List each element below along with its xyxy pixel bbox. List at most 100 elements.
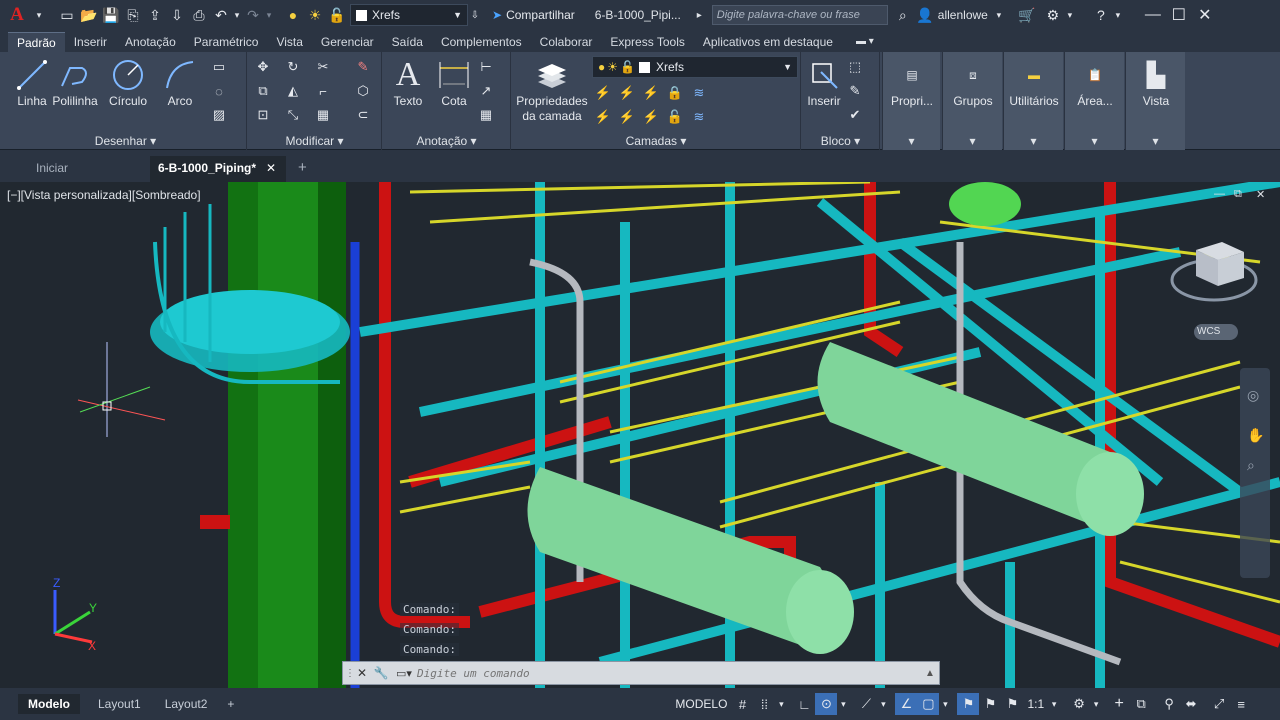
wcs-label[interactable]: WCS	[1197, 326, 1220, 337]
steering-wheel-icon[interactable]: ◎	[1247, 387, 1259, 404]
layer-tool-icon[interactable]: ⚡	[642, 108, 660, 126]
linear-dim-icon[interactable]: ⊢	[477, 58, 495, 76]
sun-icon[interactable]: ☀	[304, 4, 326, 26]
move-icon[interactable]: ✥	[254, 58, 272, 76]
clipboard-panel[interactable]: 📋 Área... ▾	[1064, 52, 1124, 150]
utilities-button[interactable]: ▬ Utilitários	[1004, 56, 1064, 108]
customization-icon[interactable]: ≡	[1230, 693, 1252, 715]
polyline-button[interactable]: Polilinha	[47, 56, 103, 108]
layer-dropdown[interactable]: Xrefs ▼	[350, 4, 468, 26]
hatch-icon[interactable]: ◌	[210, 82, 228, 100]
chevron-down-icon[interactable]: ▾	[1126, 132, 1185, 150]
text-button[interactable]: A Texto	[383, 56, 433, 108]
layer-tool-icon[interactable]: ⚡	[618, 84, 636, 102]
annotation-scale[interactable]: 1:1	[1023, 697, 1048, 711]
fullscreen-icon[interactable]: ⤢	[1208, 693, 1230, 715]
search-input[interactable]: Digite palavra-chave ou frase	[711, 5, 888, 25]
command-input[interactable]	[417, 666, 925, 680]
tab-colaborar[interactable]: Colaborar	[531, 32, 602, 52]
tab-anotacao[interactable]: Anotação	[116, 32, 185, 52]
rectangle-icon[interactable]: ▭	[210, 58, 228, 76]
groups-button[interactable]: ⧈ Grupos	[948, 56, 998, 109]
fillet-icon[interactable]: ⌐	[314, 82, 332, 100]
create-block-icon[interactable]: ⬚	[846, 58, 864, 76]
open-icon[interactable]: 📂	[78, 4, 100, 26]
help-icon[interactable]: ?	[1090, 4, 1112, 26]
layer-tool-icon[interactable]: ⚡	[594, 84, 612, 102]
layer-tool-icon[interactable]: ⚡	[594, 108, 612, 126]
layer-properties-button[interactable]: Propriedades da camada	[514, 56, 590, 124]
layer-tool-icon[interactable]: ⚡	[618, 108, 636, 126]
tab-layout1[interactable]: Layout1	[88, 694, 151, 714]
pan-icon[interactable]: ✋	[1247, 427, 1264, 444]
stretch-icon[interactable]: ⊡	[254, 106, 272, 124]
osnap-dropdown-icon[interactable]: ▾	[939, 693, 951, 715]
redo-icon[interactable]: ↷	[242, 4, 264, 26]
minimize-icon[interactable]: —	[1140, 6, 1166, 24]
scale-icon[interactable]: ⤡	[284, 106, 302, 124]
chevron-down-icon[interactable]: ▾	[1065, 132, 1124, 150]
gradient-icon[interactable]: ▨	[210, 106, 228, 124]
properties-button[interactable]: ▤ Propri...	[887, 56, 937, 108]
exchange-icon[interactable]: ⚙	[1042, 4, 1064, 26]
tab-inserir[interactable]: Inserir	[65, 32, 116, 52]
layer-tool-icon[interactable]: 🔓	[666, 108, 684, 126]
mirror-icon[interactable]: ◭	[284, 82, 302, 100]
search-icon[interactable]: ⌕	[892, 4, 914, 26]
workspace-icon[interactable]: ⚙	[1068, 693, 1090, 715]
clipboard-button[interactable]: 📋 Área...	[1070, 56, 1120, 108]
undo-icon[interactable]: ↶	[210, 4, 232, 26]
command-scroll-icon[interactable]: ▲	[925, 668, 939, 679]
dropdown-icon[interactable]: ▾	[34, 4, 44, 26]
modify-panel-title[interactable]: Modificar ▾	[248, 132, 381, 150]
circle-button[interactable]: Círculo	[103, 56, 153, 108]
print-icon[interactable]: ⎙	[188, 4, 210, 26]
customize-icon[interactable]: ⇩	[468, 4, 482, 26]
save-as-icon[interactable]: ⎘	[122, 4, 144, 26]
annotation-visibility-icon[interactable]: ⚑	[957, 693, 980, 715]
user-icon[interactable]: 👤	[914, 4, 936, 26]
copy-icon[interactable]: ⧉	[254, 82, 272, 100]
array-icon[interactable]: ▦	[314, 106, 332, 124]
layer-tool-icon[interactable]: ⚡	[642, 84, 660, 102]
close-icon[interactable]: ✕	[1192, 5, 1218, 25]
lock-icon[interactable]: 🔓	[326, 4, 348, 26]
viewport-controls-label[interactable]: [−][Vista personalizada][Sombreado]	[7, 188, 201, 202]
isolate-icon[interactable]: ⧉	[1130, 693, 1152, 715]
layers-panel-title[interactable]: Camadas ▾	[512, 132, 800, 150]
auto-scale-icon[interactable]: ⚑	[1001, 693, 1023, 715]
drawing-viewport[interactable]: Z Y X [−][Vista personalizada][Sombreado…	[0, 182, 1280, 688]
isodraft-icon[interactable]: ⟋	[855, 693, 877, 715]
tab-model[interactable]: Modelo	[18, 694, 80, 714]
user-name[interactable]: allenlowe	[938, 8, 988, 22]
snap-dropdown-icon[interactable]: ▾	[775, 693, 787, 715]
polar-icon[interactable]: ⊙	[815, 693, 838, 715]
model-scene[interactable]: Z Y X	[0, 182, 1280, 688]
tab-start[interactable]: Iniciar	[36, 156, 68, 182]
close-icon[interactable]: ✕	[266, 156, 276, 180]
workspace-dropdown-icon[interactable]: ▾	[1090, 693, 1102, 715]
tab-aplicativos[interactable]: Aplicativos em destaque	[694, 32, 842, 52]
insert-button[interactable]: Inserir	[802, 56, 846, 108]
add-icon[interactable]: +	[1108, 693, 1130, 715]
scale-dropdown-icon[interactable]: ▾	[1048, 693, 1060, 715]
close-icon[interactable]: ✕	[353, 666, 371, 680]
chevron-down-icon[interactable]: ▾	[1004, 132, 1063, 150]
clean-screen-icon[interactable]: ⬌	[1180, 693, 1202, 715]
grip-icon[interactable]: ⋮	[345, 668, 355, 679]
object-track-icon[interactable]: ∠	[895, 693, 918, 715]
edit-block-icon[interactable]: ✎	[846, 82, 864, 100]
layer-tool-icon[interactable]: ≋	[690, 84, 708, 102]
viewport-minimize-icon[interactable]: —	[1214, 188, 1225, 200]
new-layout-button[interactable]: +	[217, 694, 244, 714]
ribbon-options-icon[interactable]: ▬ ▾	[856, 32, 874, 52]
maximize-icon[interactable]: ☐	[1166, 5, 1192, 25]
tab-drawing[interactable]: 6-B-1000_Piping* ✕	[150, 156, 286, 182]
share-button[interactable]: ➤ Compartilhar	[492, 8, 575, 22]
snap-icon[interactable]: ⁞⁞	[753, 693, 775, 715]
groups-panel[interactable]: ⧈ Grupos ▾	[942, 52, 1002, 150]
polar-dropdown-icon[interactable]: ▾	[837, 693, 849, 715]
customize-icon[interactable]: 🔧	[371, 666, 391, 680]
tab-express-tools[interactable]: Express Tools	[601, 32, 693, 52]
exchange-dropdown-icon[interactable]: ▾	[1064, 4, 1076, 26]
